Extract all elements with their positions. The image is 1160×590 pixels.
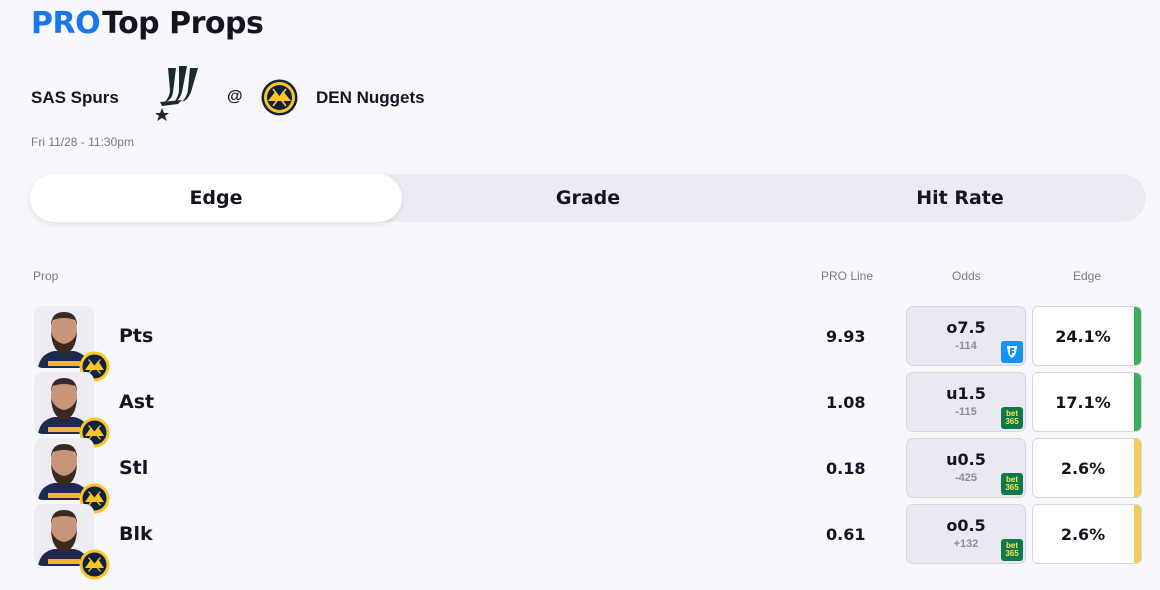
edge-indicator — [1134, 373, 1141, 431]
odds-line: o7.5 — [946, 318, 986, 337]
game-datetime: Fri 11/28 - 11:30pm — [31, 135, 134, 149]
bet365-text-365: 365 — [1005, 549, 1019, 558]
odds-line: u1.5 — [946, 384, 986, 403]
col-header-pro-line: PRO Line — [821, 269, 874, 283]
nuggets-logo-icon — [261, 79, 298, 116]
edge-indicator — [1134, 307, 1141, 365]
spurs-logo-icon — [148, 62, 204, 124]
edge-indicator — [1134, 439, 1141, 497]
odds-line: u0.5 — [946, 450, 986, 469]
edge-value: 2.6% — [1060, 459, 1106, 478]
edge-value: 17.1% — [1055, 393, 1111, 412]
prop-name: Ast — [119, 391, 155, 413]
title-text: Top Props — [102, 6, 264, 41]
edge-cell: 24.1% — [1032, 306, 1142, 366]
pro-line-value: 0.61 — [826, 525, 866, 544]
odds-button[interactable]: o0.5 +132 bet 365 — [906, 504, 1026, 564]
odds-button[interactable]: u0.5 -425 bet 365 — [906, 438, 1026, 498]
table-row[interactable]: Stl 0.18 u0.5 -425 bet 365 2.6% — [0, 438, 1160, 514]
team-badge-icon — [79, 549, 110, 580]
at-sign: @ — [227, 88, 243, 105]
prop-name: Blk — [119, 523, 153, 545]
edge-cell: 17.1% — [1032, 372, 1142, 432]
edge-cell: 2.6% — [1032, 438, 1142, 498]
away-team-name: DEN Nuggets — [316, 88, 425, 107]
tab-edge[interactable]: Edge — [30, 174, 402, 222]
edge-value: 2.6% — [1060, 525, 1106, 544]
tab-hit-rate[interactable]: Hit Rate — [774, 174, 1146, 222]
col-header-edge: Edge — [1073, 269, 1102, 283]
pro-line-value: 1.08 — [826, 393, 866, 412]
bet365-icon: bet 365 — [1001, 407, 1023, 429]
table-row[interactable]: Pts 9.93 o7.5 -114 24.1% — [0, 306, 1160, 382]
odds-button[interactable]: o7.5 -114 — [906, 306, 1026, 366]
sort-tabs: Edge Grade Hit Rate — [30, 174, 1146, 222]
home-team-name: SAS Spurs — [31, 88, 119, 107]
odds-line: o0.5 — [946, 516, 986, 535]
fanduel-icon — [1001, 341, 1023, 363]
edge-indicator — [1134, 505, 1141, 563]
bet365-icon: bet 365 — [1001, 473, 1023, 495]
table-row[interactable]: Ast 1.08 u1.5 -115 bet 365 17.1% — [0, 372, 1160, 448]
prop-name: Stl — [119, 457, 149, 479]
prop-name: Pts — [119, 325, 154, 347]
col-header-odds: Odds — [952, 269, 981, 283]
table-row[interactable]: Blk 0.61 o0.5 +132 bet 365 2.6% — [0, 504, 1160, 580]
pro-line-value: 0.18 — [826, 459, 866, 478]
pro-line-value: 9.93 — [826, 327, 866, 346]
edge-cell: 2.6% — [1032, 504, 1142, 564]
col-header-prop: Prop — [33, 269, 59, 283]
pro-label: PRO — [31, 6, 101, 41]
tab-grade[interactable]: Grade — [402, 174, 774, 222]
edge-value: 24.1% — [1055, 327, 1111, 346]
odds-button[interactable]: u1.5 -115 bet 365 — [906, 372, 1026, 432]
page-title: PROTop Props — [31, 6, 264, 41]
bet365-text-365: 365 — [1005, 417, 1019, 426]
bet365-text-365: 365 — [1005, 483, 1019, 492]
bet365-icon: bet 365 — [1001, 539, 1023, 561]
